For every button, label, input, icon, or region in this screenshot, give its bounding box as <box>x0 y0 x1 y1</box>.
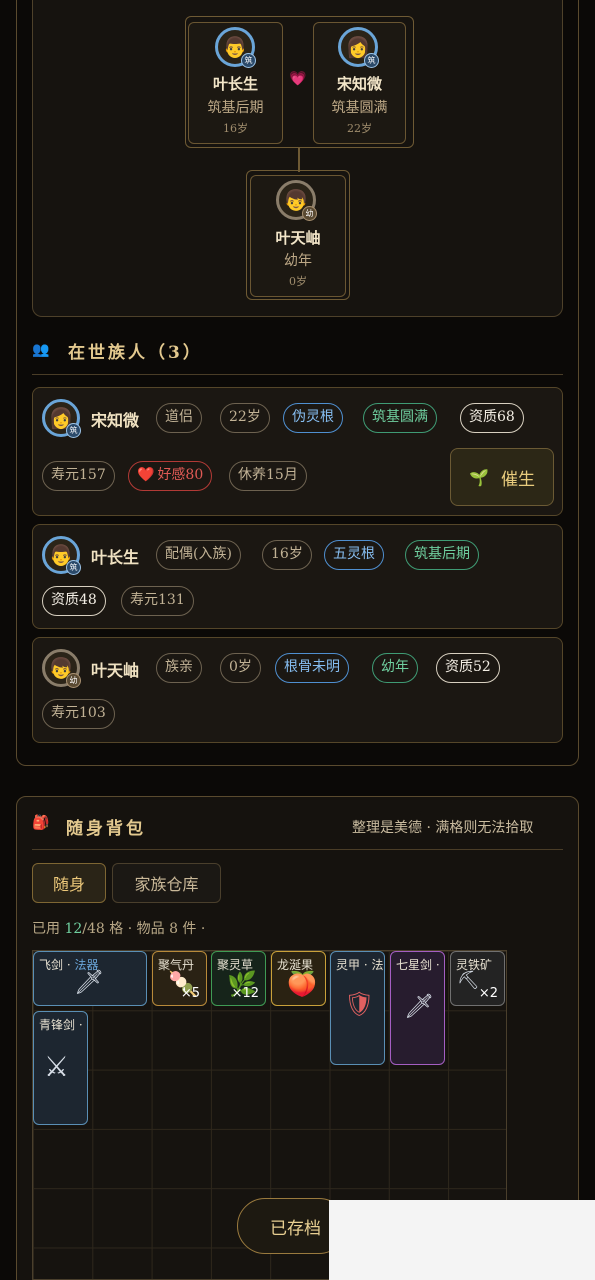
backpack-icon: 🎒 <box>32 815 50 831</box>
stage-badge: 幼 <box>66 673 81 688</box>
item-slot[interactable]: 飞剑 · 法器 🗡 <box>33 951 147 1006</box>
item-count: ×12 <box>231 986 259 1001</box>
member-card[interactable]: 👦 幼 叶天岫 族亲 0岁 根骨未明 幼年 资质52 寿元103 <box>32 637 563 743</box>
aptitude-tag: 资质48 <box>42 586 106 616</box>
realm-tag: 筑基后期 <box>405 540 479 570</box>
item-count: ×2 <box>478 986 498 1001</box>
item-slot[interactable]: 灵甲 · 法 🛡 <box>330 951 385 1065</box>
root-tag: 五灵根 <box>324 540 384 570</box>
member-name: 宋知微 <box>91 411 140 430</box>
lifespan-tag: 寿元157 <box>42 461 115 491</box>
root-tag: 根骨未明 <box>275 653 349 683</box>
age-tag: 0岁 <box>220 653 261 683</box>
relation-tag: 族亲 <box>156 653 202 683</box>
item-name: 青锋剑 · <box>39 1018 83 1032</box>
member-name: 叶天岫 <box>91 661 140 680</box>
member-card[interactable]: 👨 筑 叶长生 配偶(入族) 16岁 五灵根 筑基后期 资质48 寿元131 <box>32 524 563 629</box>
item-count: ×5 <box>180 986 200 1001</box>
relation-tag: 配偶(入族) <box>156 540 241 570</box>
item-slot[interactable]: 聚气丹 🍡 ×5 <box>152 951 207 1006</box>
sword-icon: 🗡 <box>404 992 435 1020</box>
page-root: 👨 筑 叶长生 筑基后期 16岁 💗 👩 筑 宋知微 筑基圆满 22岁 👦 幼 … <box>0 0 595 1280</box>
item-slot[interactable]: 龙涎果 🍑 <box>271 951 326 1006</box>
shield-icon: 🛡 <box>344 990 375 1018</box>
aptitude-tag: 资质52 <box>436 653 500 683</box>
avatar: 👦 幼 <box>42 649 81 688</box>
root-tag: 伪灵根 <box>283 403 343 433</box>
age-tag: 16岁 <box>262 540 312 570</box>
item-slot[interactable]: 聚灵草 🌿 ×12 <box>211 951 266 1006</box>
members-icon: 👥 <box>32 342 50 358</box>
item-name: 灵甲 · 法 <box>336 958 384 972</box>
stage-badge: 筑 <box>66 423 81 438</box>
peach-icon: 🍑 <box>287 970 317 998</box>
ore-icon: ⛏ <box>457 970 480 991</box>
sword-icon: 🗡 <box>74 968 105 996</box>
tab-clan-storage[interactable]: 家族仓库 <box>112 863 221 903</box>
usage-text: 已用 12/48 格 · 物品 8 件 · <box>32 921 206 937</box>
age-tag: 22岁 <box>220 403 270 433</box>
urge-birth-button[interactable]: 🌱 催生 <box>450 448 554 506</box>
avatar: 👩 筑 <box>42 399 81 438</box>
member-card[interactable]: 👩 筑 宋知微 道侣 22岁 伪灵根 筑基圆满 资质68 寿元157 ❤️ 好感8… <box>32 387 563 516</box>
item-name: 七星剑 · <box>396 958 440 972</box>
realm-tag: 幼年 <box>372 653 418 683</box>
item-slot[interactable]: 七星剑 · 🗡 <box>390 951 445 1065</box>
backpack-hint: 整理是美德 · 满格则无法拾取 <box>352 820 534 836</box>
urge-label: 催生 <box>500 469 535 490</box>
heart-icon: ❤️ <box>137 467 155 483</box>
rest-tag: 休养15月 <box>229 461 307 491</box>
divider <box>32 374 563 375</box>
favor-tag: ❤️ 好感80 <box>128 461 213 491</box>
item-slot[interactable]: 灵铁矿 ⛏ ×2 <box>450 951 505 1006</box>
lifespan-tag: 寿元103 <box>42 699 115 729</box>
members-title: 在世族人（3） <box>68 343 203 363</box>
aptitude-tag: 资质68 <box>460 403 524 433</box>
relation-tag: 道侣 <box>156 403 202 433</box>
usage-count: 12 <box>64 921 83 937</box>
stage-badge: 筑 <box>66 560 81 575</box>
realm-tag: 筑基圆满 <box>363 403 437 433</box>
member-name: 叶长生 <box>91 548 140 567</box>
avatar: 👨 筑 <box>42 536 81 575</box>
lifespan-tag: 寿元131 <box>121 586 194 616</box>
item-slot[interactable]: 青锋剑 · ⚔ <box>33 1011 88 1125</box>
crossed-swords-icon: ⚔ <box>44 1050 70 1083</box>
sprout-icon: 🌱 <box>469 467 489 487</box>
tab-carry[interactable]: 随身 <box>32 863 106 903</box>
divider <box>32 849 563 850</box>
watermark-area <box>329 1200 595 1280</box>
backpack-title: 随身背包 <box>66 819 146 839</box>
